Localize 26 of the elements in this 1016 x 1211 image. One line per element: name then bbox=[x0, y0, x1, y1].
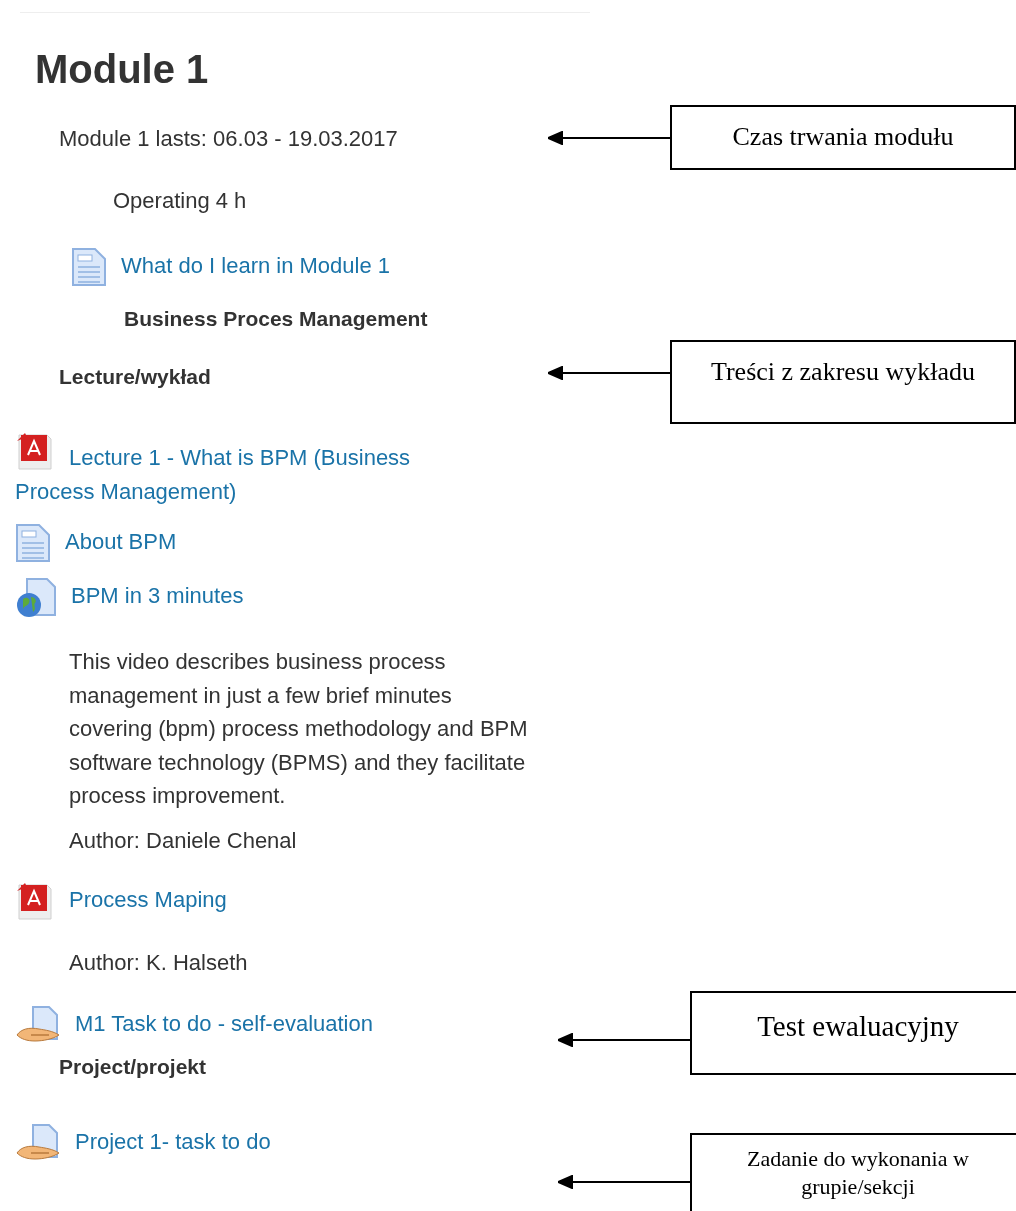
activity-link[interactable]: About BPM bbox=[65, 525, 177, 559]
hand-document-icon bbox=[15, 1122, 61, 1163]
document-icon bbox=[15, 523, 51, 563]
topic-heading: Business Proces Management bbox=[124, 306, 429, 332]
activity-author: Author: Daniele Chenal bbox=[69, 826, 298, 855]
callout-box: Czas trwania modułu bbox=[670, 105, 1016, 170]
callout-box: Test ewaluacyjny bbox=[690, 991, 1016, 1075]
globe-document-icon bbox=[15, 577, 57, 619]
pdf-icon bbox=[15, 431, 55, 471]
section-heading: Lecture/wykład bbox=[59, 364, 212, 390]
operating-hours: Operating 4 h bbox=[113, 187, 248, 215]
activity-author: Author: K. Halseth bbox=[69, 948, 249, 977]
activity-description: This video describes business process management in just a few brief minutes covering (bpm) process methodology and BPM software technology (BPMS) and they facilitate process improvement. bbox=[69, 648, 529, 810]
activity-link[interactable]: BPM in 3 minutes bbox=[71, 579, 244, 613]
document-icon bbox=[71, 247, 107, 287]
section-heading: Project/projekt bbox=[59, 1053, 208, 1080]
activity-link[interactable]: Process Maping bbox=[69, 882, 227, 917]
activity-link[interactable]: What do I learn in Module 1 bbox=[121, 249, 391, 283]
module-title: Module 1 bbox=[35, 47, 210, 91]
callout-box: Zadanie do wykonania w grupie/sekcji bbox=[690, 1133, 1016, 1211]
hand-document-icon bbox=[15, 1004, 61, 1045]
activity-link[interactable]: Project 1- task to do bbox=[75, 1124, 271, 1159]
callout-box: Treści z zakresu wykładu bbox=[670, 340, 1016, 424]
module-duration: Module 1 lasts: 06.03 - 19.03.2017 bbox=[59, 125, 399, 153]
activity-link[interactable]: Lecture 1 - What is BPM (Business Process Management) bbox=[15, 431, 475, 509]
activity-link[interactable]: M1 Task to do - self-evaluation bbox=[75, 1006, 373, 1041]
